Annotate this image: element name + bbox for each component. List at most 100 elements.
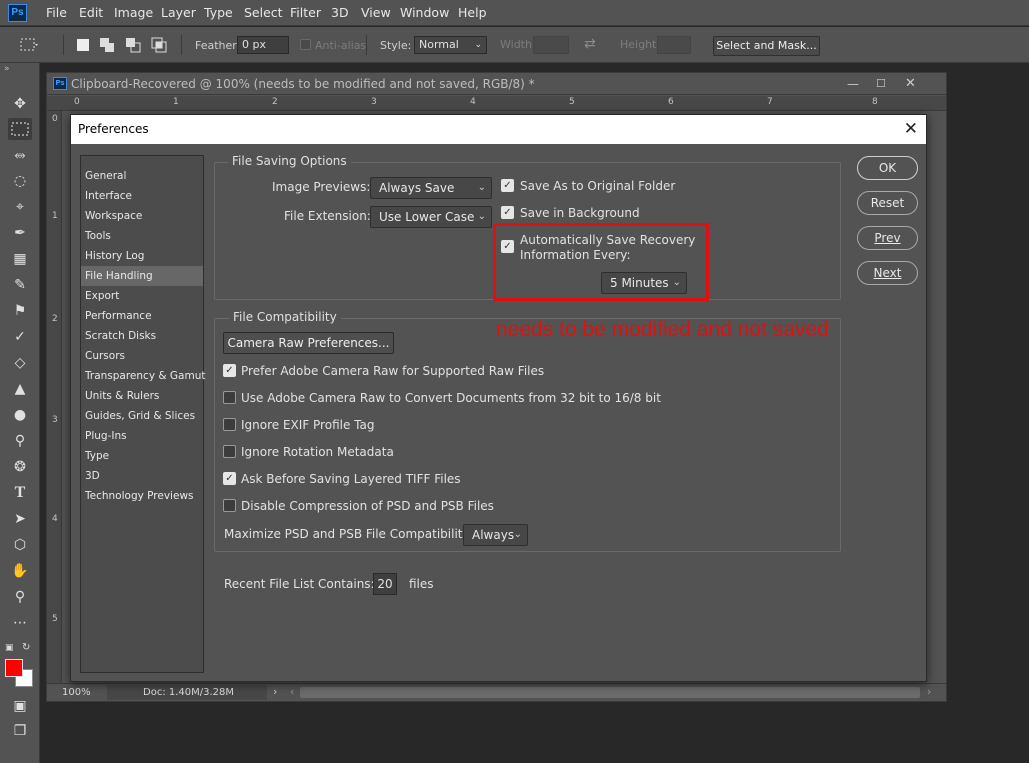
intersect-selection-icon[interactable] [148,34,170,56]
menu-layer[interactable]: Layer [160,0,197,26]
feather-input[interactable]: 0 px [237,36,289,54]
category-item[interactable]: Tools [81,226,203,246]
document-tab[interactable]: Ps Clipboard-Recovered @ 100% (needs to … [47,73,946,95]
category-item[interactable]: General [81,166,203,186]
style-select[interactable]: Normal ⌄ [414,36,487,54]
clone-stamp-tool-icon[interactable]: ⚑ [8,300,32,322]
menu-filter[interactable]: Filter [289,0,322,26]
compat-checkbox[interactable] [223,445,236,458]
compat-option-label: Prefer Adobe Camera Raw for Supported Ra… [241,364,545,378]
preferences-dialog: Preferences ✕ General Interface Workspace T… [70,114,927,682]
menu-image[interactable]: Image [113,0,154,26]
menu-help[interactable]: Help [457,0,488,26]
select-and-mask-button[interactable]: Select and Mask... [713,36,820,56]
compat-checkbox[interactable] [223,418,236,431]
zoom-level[interactable]: 100% [62,687,91,698]
next-button[interactable]: Next [857,261,918,285]
menu-view[interactable]: View [360,0,392,26]
status-menu-arrow-icon[interactable]: › [273,685,277,698]
category-item[interactable]: 3D [81,466,203,486]
compat-checkbox[interactable] [223,499,236,512]
category-item[interactable]: Export [81,286,203,306]
menu-3d[interactable]: 3D [330,0,350,26]
category-item[interactable]: History Log [81,246,203,266]
marquee-tool-icon[interactable] [8,118,32,140]
minimize-icon[interactable]: — [847,73,859,95]
compat-checkbox[interactable]: ✓ [223,364,236,377]
more-tools-icon[interactable]: ⋯ [8,612,32,634]
swap-colors-icon[interactable]: ↻ [22,642,30,653]
horizontal-scrollbar[interactable] [300,687,920,698]
lasso-tool-icon[interactable]: ⥈ [8,144,32,166]
save-as-original-label: Save As to Original Folder [520,179,676,193]
pen-tool-icon[interactable]: ❂ [8,456,32,478]
default-colors-icon[interactable]: ▣ [5,643,14,653]
save-in-background-checkbox[interactable]: ✓ [501,206,514,219]
camera-raw-preferences-button[interactable]: Camera Raw Preferences... [223,332,394,354]
category-item[interactable]: File Handling [81,266,203,286]
category-item[interactable]: Plug-Ins [81,426,203,446]
new-selection-icon[interactable] [72,34,94,56]
type-tool-icon[interactable]: T [8,482,32,504]
scroll-left-icon[interactable]: ‹ [290,685,294,698]
history-brush-tool-icon[interactable]: ✓ [8,326,32,348]
paint-bucket-tool-icon[interactable]: ▲ [8,378,32,400]
category-item[interactable]: Interface [81,186,203,206]
close-icon[interactable]: ✕ [904,115,918,144]
category-item[interactable]: Units & Rulers [81,386,203,406]
quick-selection-tool-icon[interactable]: ◌ [8,170,32,192]
menu-type[interactable]: Type [203,0,234,26]
category-item[interactable]: Transparency & Gamut [81,366,205,386]
move-tool-icon[interactable]: ✥ [8,93,32,115]
crop-tool-icon[interactable]: ⌖ [8,196,32,218]
maximize-compat-label: Maximize PSD and PSB File Compatibility: [224,527,473,541]
maximize-icon[interactable]: ☐ [876,73,886,95]
blur-tool-icon[interactable]: ● [8,404,32,426]
category-item[interactable]: Scratch Disks [81,326,203,346]
maximize-compat-select[interactable]: Always ⌄ [463,524,528,546]
menu-window[interactable]: Window [399,0,450,26]
category-item[interactable]: Guides, Grid & Slices [81,406,203,426]
category-item[interactable]: Type [81,446,203,466]
height-input[interactable] [657,36,691,54]
ok-button[interactable]: OK [857,156,918,180]
compat-checkbox[interactable] [223,391,236,404]
eyedropper-tool-icon[interactable]: ✒ [8,222,32,244]
chevron-down-icon: ⌄ [513,529,522,540]
menu-select[interactable]: Select [243,0,284,26]
hand-tool-icon[interactable]: ✋ [8,560,32,582]
swap-icon[interactable]: ⇄ [584,36,596,52]
screen-mode-icon[interactable]: ❐ [8,720,32,742]
save-as-original-checkbox[interactable]: ✓ [501,179,514,192]
dodge-tool-icon[interactable]: ⚲ [8,430,32,452]
category-item[interactable]: Workspace [81,206,203,226]
recent-files-input[interactable]: 20 [373,573,397,595]
brush-tool-icon[interactable]: ✎ [8,274,32,296]
eraser-tool-icon[interactable]: ◇ [8,352,32,374]
quick-mask-icon[interactable]: ▣ [8,695,32,717]
foreground-color-swatch[interactable] [5,659,23,677]
reset-button[interactable]: Reset [857,191,918,215]
recent-files-suffix: files [409,577,434,591]
category-item[interactable]: Performance [81,306,203,326]
menu-file[interactable]: File [45,0,68,26]
healing-brush-tool-icon[interactable]: ▦ [8,248,32,270]
close-icon[interactable]: ✕ [905,73,916,95]
image-previews-select[interactable]: Always Save ⌄ [370,177,492,199]
add-selection-icon[interactable] [96,34,118,56]
path-selection-tool-icon[interactable]: ➤ [8,508,32,530]
scroll-right-icon[interactable]: › [927,685,931,698]
collapse-icon[interactable]: » [4,64,10,74]
category-item[interactable]: Technology Previews [81,486,203,506]
zoom-tool-icon[interactable]: ⚲ [8,586,32,608]
prev-button[interactable]: Prev [857,226,918,250]
category-item[interactable]: Cursors [81,346,203,366]
width-input[interactable] [533,36,569,54]
file-extension-select[interactable]: Use Lower Case ⌄ [370,206,492,228]
subtract-selection-icon[interactable] [122,34,144,56]
marquee-preset-icon[interactable] [18,34,40,56]
compat-checkbox[interactable]: ✓ [223,472,236,485]
shape-tool-icon[interactable]: ⬡ [8,534,32,556]
antialias-checkbox[interactable] [300,39,311,50]
menu-edit[interactable]: Edit [78,0,104,26]
